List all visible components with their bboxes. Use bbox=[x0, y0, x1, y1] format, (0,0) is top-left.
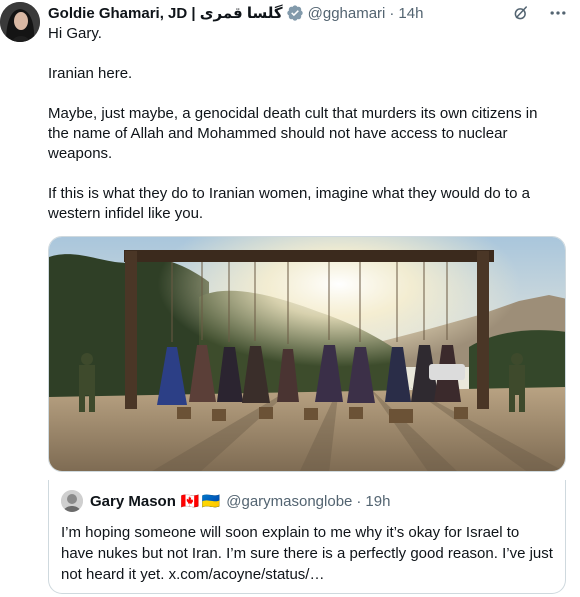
quoted-avatar[interactable] bbox=[61, 490, 83, 512]
quoted-timestamp[interactable]: 19h bbox=[365, 493, 390, 510]
handle[interactable]: @gghamari bbox=[308, 5, 386, 22]
flag-canada-icon: 🇨🇦 bbox=[180, 493, 200, 510]
timestamp[interactable]: 14h bbox=[398, 5, 423, 22]
tweet-paragraph: If this is what they do to Iranian women… bbox=[48, 185, 530, 222]
header-actions bbox=[512, 3, 568, 23]
quoted-tweet-text: I’m hoping someone will soon explain to … bbox=[61, 524, 553, 583]
more-icon[interactable] bbox=[548, 3, 568, 23]
quoted-separator: · bbox=[356, 492, 362, 510]
quoted-handle[interactable]: @garymasonglobe bbox=[226, 493, 352, 510]
avatar[interactable] bbox=[0, 2, 40, 42]
quoted-tweet[interactable]: Gary Mason 🇨🇦 🇺🇦 @garymasonglobe · 19h I… bbox=[48, 480, 566, 594]
display-name[interactable]: Goldie Ghamari, JD | گلسا قمری bbox=[48, 4, 283, 22]
flag-ukraine-icon: 🇺🇦 bbox=[201, 493, 221, 510]
tweet[interactable]: Goldie Ghamari, JD | گلسا قمری @gghamari… bbox=[0, 0, 580, 597]
quoted-tweet-header: Gary Mason 🇨🇦 🇺🇦 @garymasonglobe · 19h bbox=[61, 490, 390, 512]
header-separator: · bbox=[389, 4, 395, 22]
tweet-paragraph: Maybe, just maybe, a genocidal death cul… bbox=[48, 105, 538, 162]
tweet-header: Goldie Ghamari, JD | گلسا قمری @gghamari… bbox=[48, 3, 570, 23]
grok-icon[interactable] bbox=[512, 4, 530, 22]
quoted-display-name[interactable]: Gary Mason bbox=[90, 493, 176, 510]
verified-badge-icon bbox=[286, 4, 304, 22]
tweet-paragraph: Hi Gary. bbox=[48, 25, 102, 42]
tweet-paragraph: Iranian here. bbox=[48, 65, 133, 82]
tweet-image[interactable] bbox=[48, 236, 566, 472]
